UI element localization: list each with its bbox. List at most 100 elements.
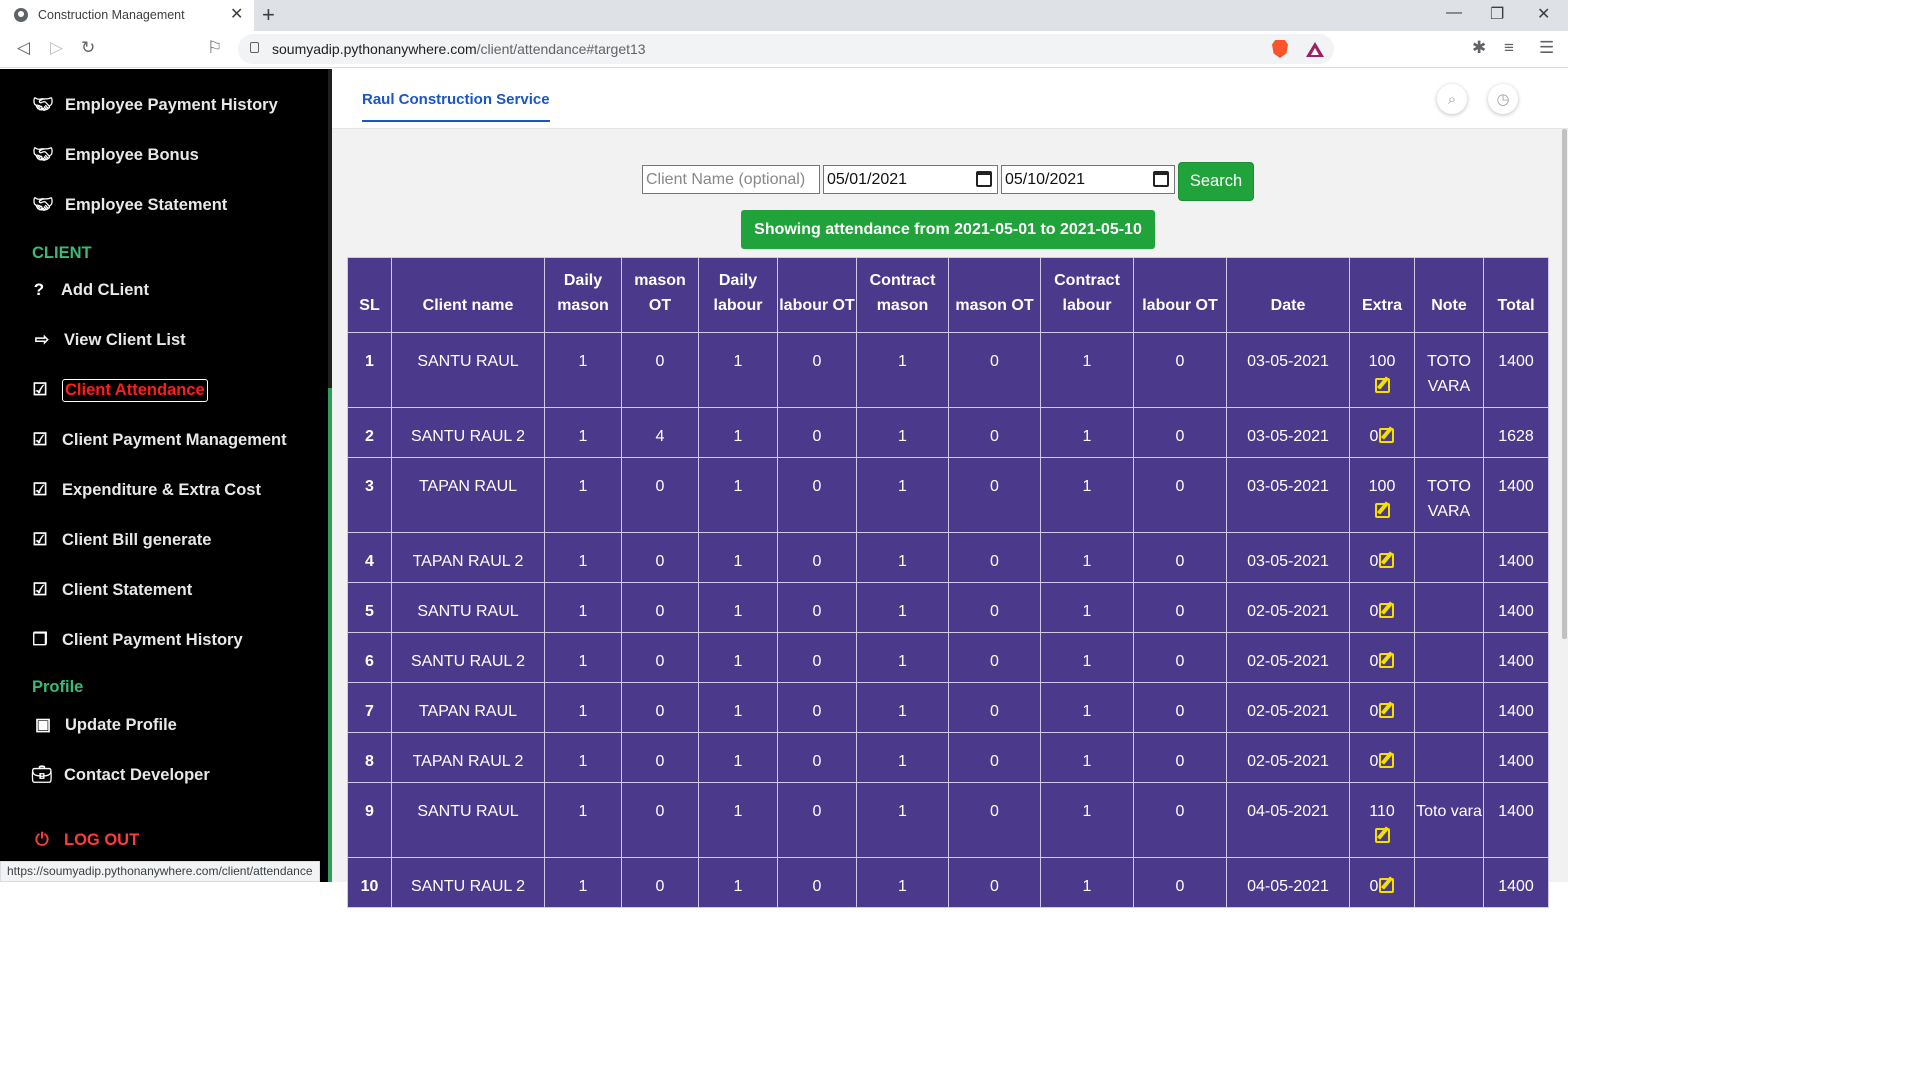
column-header: Daily mason [544, 257, 622, 333]
cell-cm: 1 [856, 332, 949, 408]
sidebar-item-client-bill-generate[interactable]: ☑ Client Bill generate [0, 520, 328, 560]
cell-client: SANTU RAUL 2 [391, 632, 545, 683]
close-tab-icon[interactable]: ✕ [230, 4, 243, 24]
extra-cell: 0 [1349, 582, 1415, 633]
calendar-check-icon: ☑ [32, 380, 48, 399]
extra-value: 0 [1369, 603, 1379, 620]
cell-cl: 1 [1040, 632, 1134, 683]
brave-shield-icon[interactable] [1272, 40, 1288, 58]
extensions-icon[interactable]: ✱ [1472, 38, 1486, 58]
cell-client: TAPAN RAUL 2 [391, 732, 545, 783]
sidebar-item-employee-statement[interactable]: 🤝︎ Employee Statement [0, 185, 328, 225]
sidebar-item-employee-bonus[interactable]: 🤝︎ Employee Bonus [0, 135, 328, 175]
extra-cell: 100 [1349, 332, 1415, 408]
question-icon: ? [33, 280, 45, 299]
edit-icon[interactable] [1375, 503, 1390, 518]
cell-date: 03-05-2021 [1226, 532, 1350, 583]
edit-icon[interactable] [1375, 828, 1390, 843]
client-name-input[interactable] [642, 165, 820, 194]
calendar-icon[interactable] [1153, 171, 1169, 187]
browser-tab[interactable]: Construction Management ✕ [0, 0, 254, 31]
sidebar-item-update-profile[interactable]: ▣ Update Profile [0, 705, 328, 745]
minimize-icon[interactable]: — [1446, 4, 1462, 22]
back-icon[interactable]: ◁ [17, 38, 30, 58]
cell-cmot: 0 [948, 332, 1041, 408]
edit-icon[interactable] [1379, 603, 1395, 618]
history-icon[interactable]: ◷ [1488, 84, 1518, 114]
calendar-check-icon: ☑ [32, 430, 48, 449]
sidebar-item-employee-payment-history[interactable]: 🤝︎ Employee Payment History [0, 85, 328, 125]
sidebar-item-contact-developer[interactable]: 💼︎ Contact Developer [0, 755, 328, 795]
menu-icon[interactable]: ☰ [1539, 38, 1554, 58]
close-window-icon[interactable]: ✕ [1537, 4, 1550, 24]
table-row: 9 SANTU RAUL 1 0 1 0 1 0 1 0 04-05-2021 110 Toto var… [347, 782, 1549, 858]
cell-lot: 0 [777, 782, 857, 858]
cell-sl: 3 [347, 457, 392, 533]
cell-lot: 0 [777, 682, 857, 733]
brave-rewards-icon[interactable] [1306, 42, 1324, 57]
browser-toolbar: ◁ ▷ ↻ ⚐ soumyadip.pythonanywhere.com/cli… [0, 31, 1568, 68]
cell-total: 1400 [1483, 782, 1549, 858]
table-row: 6 SANTU RAUL 2 1 0 1 0 1 0 1 0 02-05-2021 0 1400 [347, 632, 1549, 683]
restore-icon[interactable]: ❐ [1490, 4, 1504, 24]
cell-cmot: 0 [948, 857, 1041, 908]
cell-cm: 1 [856, 582, 949, 633]
from-date-input[interactable] [823, 165, 998, 194]
edit-icon[interactable] [1379, 428, 1395, 443]
cell-note: Toto vara [1414, 782, 1484, 858]
cell-total: 1400 [1483, 582, 1549, 633]
cell-cl: 1 [1040, 407, 1134, 458]
extra-cell: 0 [1349, 732, 1415, 783]
section-client: CLIENT [32, 244, 92, 262]
extra-value: 0 [1369, 753, 1379, 770]
extra-value: 0 [1369, 428, 1379, 445]
cell-cl: 1 [1040, 332, 1134, 408]
cell-client: SANTU RAUL [391, 582, 545, 633]
reload-icon[interactable]: ↻ [81, 38, 95, 58]
sidebar-item-client-statement[interactable]: ☑ Client Statement [0, 570, 328, 610]
handshake-icon: 🤝︎ [32, 145, 54, 164]
cell-total: 1400 [1483, 732, 1549, 783]
search-icon[interactable]: ⌕ [1437, 84, 1467, 114]
sidebar-item-view-client-list[interactable]: ⇨ View Client List [0, 320, 328, 360]
address-bar[interactable]: soumyadip.pythonanywhere.com/client/atte… [238, 34, 1334, 64]
sidebar-item-client-payment-management[interactable]: ☑ Client Payment Management [0, 420, 328, 460]
edit-icon[interactable] [1375, 378, 1390, 393]
cell-clot: 0 [1133, 632, 1227, 683]
cell-date: 04-05-2021 [1226, 782, 1350, 858]
cell-total: 1400 [1483, 332, 1549, 408]
main-scrollbar-thumb[interactable] [1562, 129, 1567, 639]
sidebar-item-expenditure-extra-cost[interactable]: ☑ Expenditure & Extra Cost [0, 470, 328, 510]
table-body: 1 SANTU RAUL 1 0 1 0 1 0 1 0 03-05-2021 100 TOTO VAR… [347, 332, 1549, 908]
sidebar-item-logout[interactable]: ⏻ LOG OUT [0, 820, 328, 860]
media-playlist-icon[interactable]: ≡ [1504, 38, 1514, 58]
edit-icon[interactable] [1379, 653, 1395, 668]
new-tab-icon[interactable]: + [262, 2, 275, 28]
forward-icon[interactable]: ▷ [50, 38, 63, 58]
search-button[interactable]: Search [1178, 162, 1254, 201]
cell-total: 1400 [1483, 682, 1549, 733]
cell-mot: 0 [621, 682, 699, 733]
cell-date: 02-05-2021 [1226, 732, 1350, 783]
cell-lot: 0 [777, 332, 857, 408]
brand-link[interactable]: Raul Construction Service [362, 91, 550, 122]
edit-icon[interactable] [1379, 553, 1395, 568]
edit-icon[interactable] [1379, 703, 1395, 718]
cell-sl: 8 [347, 732, 392, 783]
to-date-input[interactable] [1001, 165, 1175, 194]
sidebar-item-add-client[interactable]: ? Add CLient [0, 270, 328, 310]
edit-icon[interactable] [1379, 753, 1395, 768]
sidebar-item-client-payment-history[interactable]: ❐ Client Payment History [0, 620, 328, 660]
edit-icon[interactable] [1379, 878, 1395, 893]
cell-date: 02-05-2021 [1226, 632, 1350, 683]
cell-note [1414, 682, 1484, 733]
cell-cl: 1 [1040, 582, 1134, 633]
calendar-icon[interactable] [976, 171, 992, 187]
browser-tabbar: Construction Management ✕ + — ❐ ✕ [0, 0, 1568, 31]
bookmark-icon[interactable]: ⚐ [207, 38, 222, 58]
table-row: 8 TAPAN RAUL 2 1 0 1 0 1 0 1 0 02-05-2021 0 1400 [347, 732, 1549, 783]
cell-sl: 1 [347, 332, 392, 408]
cell-date: 02-05-2021 [1226, 682, 1350, 733]
sidebar-item-client-attendance[interactable]: ☑ Client Attendance [0, 370, 328, 410]
cell-dl: 1 [698, 332, 778, 408]
